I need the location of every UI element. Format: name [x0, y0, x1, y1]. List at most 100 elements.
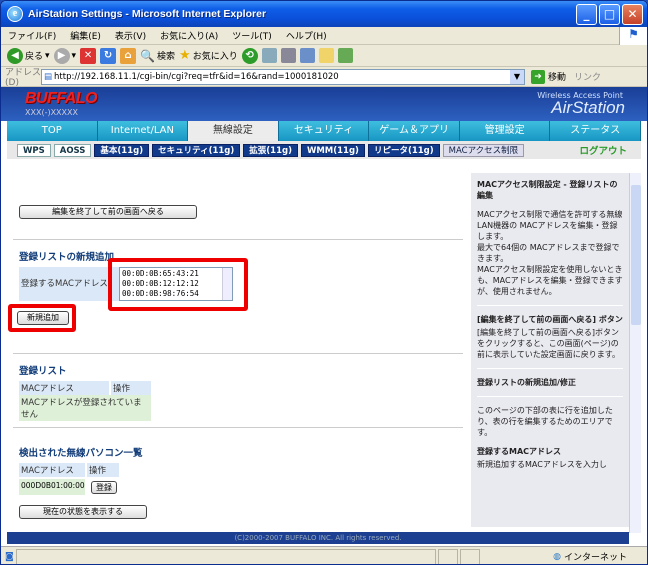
globe-icon: ◍ [553, 551, 561, 562]
menu-view[interactable]: 表示(V) [108, 29, 153, 42]
mail-icon[interactable] [261, 48, 277, 63]
list-col-mac: MACアドレス [19, 381, 109, 395]
divider [13, 353, 463, 354]
search-button[interactable]: 🔍 検索 [140, 49, 175, 63]
menu-edit[interactable]: 編集(E) [63, 29, 108, 42]
detected-section-title: 検出された無線パソコン一覧 [19, 448, 143, 459]
go-button[interactable]: ➜ 移動 [531, 69, 566, 84]
sub-nav: WPS AOSS 基本(11g) セキュリティ(11g) 拡張(11g) WMM… [7, 141, 641, 159]
address-label: アドレス(D) [5, 68, 42, 88]
subnav-advanced[interactable]: 拡張(11g) [243, 143, 298, 157]
security-zone: ◍ インターネット [553, 551, 627, 564]
tab-top[interactable]: TOP [7, 121, 98, 141]
help-p1c: MACアクセス制限設定を使用しないときも、MACアドレスを編集・登録できますが、… [477, 265, 623, 296]
close-button[interactable]: ✕ [622, 4, 643, 25]
menu-help[interactable]: ヘルプ(H) [279, 29, 334, 42]
tab-admin[interactable]: 管理設定 [459, 121, 551, 141]
help-p2: [編集を終了して前の画面へ戻る]ボタンをクリックすると、この画面(ページ)の前に… [477, 328, 620, 359]
scrollbar-thumb[interactable] [631, 185, 641, 325]
window-title: AirStation Settings - Microsoft Internet… [28, 8, 267, 20]
refresh-status-button[interactable]: 現在の状態を表示する [19, 505, 147, 519]
main-tabs: TOP Internet/LAN 無線設定 セキュリティ ゲーム＆アプリ 管理設… [7, 121, 642, 141]
main-content: 編集を終了して前の画面へ戻る 登録リストの新規追加 登録するMACアドレス 00… [7, 161, 467, 531]
toolbar: ◀ 戻る ▾ ▶ ▾ ✕ ↻ ⌂ 🔍 検索 ★ お気に入り ⟲ [1, 45, 647, 67]
status-segment [15, 548, 436, 564]
divider [13, 239, 463, 240]
page-scrollbar[interactable] [629, 173, 641, 533]
help-p1: MACアクセス制限で通信を許可する無線LAN機器の MACアドレスを編集・登録し… [477, 210, 623, 241]
edit-icon[interactable] [299, 48, 315, 63]
tab-internet-lan[interactable]: Internet/LAN [97, 121, 189, 141]
menu-bar: ファイル(F) 編集(E) 表示(V) お気に入り(A) ツール(T) ヘルプ(… [1, 27, 647, 45]
address-input[interactable]: ▤ http://192.168.11.1/cgi-bin/cgi?req=tf… [41, 68, 525, 85]
browser-window: e AirStation Settings - Microsoft Intern… [0, 0, 648, 565]
web-page: BUFFALO XXX(-)XXXXX Wireless Access Poin… [1, 87, 647, 546]
register-button[interactable]: 登録 [91, 481, 117, 494]
divider [13, 427, 463, 428]
logout-link[interactable]: ログアウト [579, 143, 627, 157]
ie-icon: e [7, 6, 23, 22]
print-icon[interactable] [280, 48, 296, 63]
help-title: MACアクセス制限設定 - 登録リストの編集 [477, 180, 618, 200]
status-bar: ◙ ◍ インターネット [1, 546, 647, 564]
menu-tools[interactable]: ツール(T) [225, 29, 279, 42]
list-section-title: 登録リスト [19, 366, 67, 377]
subnav-aoss[interactable]: AOSS [53, 143, 92, 157]
page-status-icon: ◙ [5, 551, 14, 562]
detected-col-mac: MACアドレス [19, 463, 85, 477]
go-arrow-icon: ➜ [531, 69, 545, 84]
help-p4: 新規追加するMACアドレスを入力し [477, 460, 607, 469]
minimize-button[interactable]: _ [576, 4, 597, 25]
folder-icon[interactable] [318, 48, 334, 63]
help-h4: 登録するMACアドレス [477, 447, 562, 456]
forward-button[interactable]: ▶ ▾ [53, 47, 76, 64]
back-button[interactable]: ◀ 戻る ▾ [7, 47, 50, 64]
divider [477, 305, 623, 306]
detected-col-action: 操作 [87, 463, 119, 477]
tab-game-app[interactable]: ゲーム＆アプリ [369, 121, 460, 141]
tab-wireless[interactable]: 無線設定 [188, 121, 279, 141]
refresh-icon[interactable]: ↻ [100, 47, 117, 64]
airstation-logo: AirStation [551, 98, 625, 117]
list-empty-message: MACアドレスが登録されていません [19, 395, 151, 421]
subnav-repeater[interactable]: リピータ(11g) [367, 143, 440, 157]
stop-icon[interactable]: ✕ [80, 47, 97, 64]
help-p3: このページの下部の表に行を追加したり、表の行を編集するためのエリアです。 [477, 406, 613, 437]
menu-file[interactable]: ファイル(F) [1, 29, 63, 42]
back-arrow-icon: ◀ [7, 47, 23, 64]
status-segment [459, 548, 480, 564]
buffalo-logo: BUFFALO [25, 90, 98, 107]
status-segment [437, 548, 458, 564]
brand-sub: XXX(-)XXXXX [25, 108, 78, 117]
highlight-box-add-button [8, 304, 76, 332]
page-header: BUFFALO XXX(-)XXXXX Wireless Access Poin… [1, 87, 647, 121]
help-sidebar: MACアクセス制限設定 - 登録リストの編集 MACアクセス制限で通信を許可する… [471, 173, 629, 527]
subnav-basic[interactable]: 基本(11g) [94, 143, 150, 157]
maximize-button[interactable]: □ [599, 4, 620, 25]
subnav-mac-access[interactable]: MACアクセス制限 [442, 143, 525, 157]
favorites-button[interactable]: ★ お気に入り [179, 48, 238, 63]
windows-flag-icon: ⚑ [619, 27, 647, 45]
tab-security[interactable]: セキュリティ [278, 121, 370, 141]
home-icon[interactable]: ⌂ [120, 47, 137, 64]
subnav-wmm[interactable]: WMM(11g) [300, 143, 365, 157]
address-dropdown-icon[interactable]: ▼ [510, 69, 524, 84]
title-bar: e AirStation Settings - Microsoft Intern… [1, 1, 647, 27]
menu-favorites[interactable]: お気に入り(A) [153, 29, 225, 42]
page-icon: ▤ [44, 71, 53, 82]
add-section-title: 登録リストの新規追加 [19, 252, 115, 263]
search-icon: 🔍 [140, 48, 156, 63]
subnav-wps[interactable]: WPS [17, 143, 51, 157]
help-h3: 登録リストの新規追加/修正 [477, 378, 576, 387]
links-button[interactable]: リンク [574, 70, 601, 83]
messenger-icon[interactable] [337, 48, 353, 63]
help-h2: [編集を終了して前の画面へ戻る] ボタン [477, 315, 623, 324]
history-icon[interactable]: ⟲ [241, 47, 258, 64]
copyright-footer: (C)2000-2007 BUFFALO INC. All rights res… [7, 532, 629, 544]
mac-label: 登録するMACアドレス [19, 267, 119, 301]
star-icon: ★ [179, 48, 191, 63]
back-to-previous-button[interactable]: 編集を終了して前の画面へ戻る [19, 205, 197, 219]
subnav-security[interactable]: セキュリティ(11g) [152, 143, 241, 157]
detected-mac: 000D0B01:00:00 [19, 479, 85, 495]
tab-status[interactable]: ステータス [550, 121, 642, 141]
